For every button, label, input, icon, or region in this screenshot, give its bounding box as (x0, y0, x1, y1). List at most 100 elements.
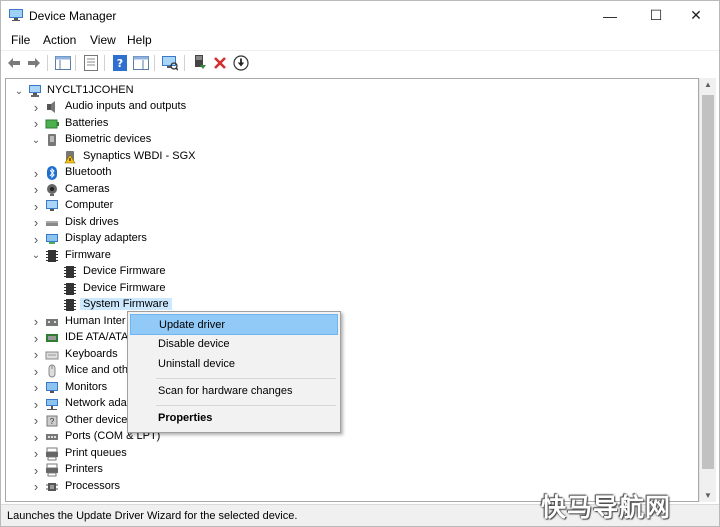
chevron-right-icon[interactable]: › (31, 182, 41, 198)
tree-category-item[interactable]: ›? Other device (6, 413, 696, 429)
tree-root-label: NYCLT1JCOHEN (47, 84, 134, 96)
tree-child-item[interactable]: Device Firmware (6, 281, 696, 297)
chevron-right-icon[interactable]: › (31, 429, 41, 445)
tree-child-item[interactable]: System Firmware (6, 297, 696, 313)
close-button[interactable]: ✕ (673, 1, 719, 30)
tree-root[interactable]: ⌄ NYCLT1JCOHEN (6, 83, 696, 99)
chevron-right-icon[interactable]: › (31, 165, 41, 181)
tree-item-label: Disk drives (65, 215, 119, 228)
forward-button[interactable] (25, 54, 43, 72)
chevron-right-icon[interactable]: › (31, 314, 41, 330)
toolbar-separator (154, 55, 155, 71)
tree-category-item[interactable]: › Keyboards (6, 347, 696, 363)
context-uninstall-device[interactable]: Uninstall device (130, 354, 338, 375)
close-icon: ✕ (690, 7, 702, 23)
context-scan-hardware[interactable]: Scan for hardware changes (130, 381, 338, 402)
printer-icon (46, 463, 58, 477)
show-hide-console-tree-button[interactable] (54, 54, 72, 72)
enable-device-button[interactable] (191, 54, 209, 72)
maximize-icon: ☐ (649, 7, 663, 23)
tree-category-item[interactable]: › Audio inputs and outputs (6, 99, 696, 115)
tree-category-item[interactable]: › Print queues (6, 446, 696, 462)
tree-item-label: Network ada (65, 397, 127, 409)
chevron-down-icon[interactable]: ⌄ (31, 132, 41, 148)
chevron-right-icon[interactable]: › (31, 479, 41, 495)
device-tree[interactable]: ⌄ NYCLT1JCOHEN › Audio inputs and outputs… (5, 78, 699, 502)
tree-category-item[interactable]: › Display adapters (6, 231, 696, 247)
scroll-down-icon[interactable]: ▼ (704, 491, 712, 500)
chevron-right-icon[interactable]: › (31, 215, 41, 231)
back-button[interactable] (5, 54, 23, 72)
tree-item-label: Print queues (65, 446, 127, 459)
warning-device-icon (64, 150, 76, 163)
tree-category-item[interactable]: › Network ada (6, 396, 696, 412)
minimize-icon: — (603, 7, 617, 24)
firmware-icon (64, 299, 76, 311)
menu-file[interactable]: File (11, 33, 30, 47)
tree-category-item[interactable]: › Cameras (6, 182, 696, 198)
chevron-right-icon[interactable]: › (31, 347, 41, 363)
tree-item-label: Mice and oth (65, 364, 128, 376)
biometric-icon (48, 134, 56, 146)
chevron-right-icon[interactable]: › (31, 380, 41, 396)
firmware-icon (64, 282, 76, 295)
update-driver-button[interactable] (232, 54, 250, 72)
chevron-right-icon[interactable]: › (31, 413, 41, 429)
action-pane-button[interactable] (132, 54, 150, 72)
context-item-label: Properties (158, 412, 213, 424)
help-button[interactable]: ? (111, 54, 129, 72)
tree-item-label: Batteries (65, 116, 109, 129)
chevron-right-icon[interactable]: › (31, 99, 41, 115)
tree-category-item[interactable]: ⌄ Biometric devices (6, 132, 696, 148)
scan-hardware-button[interactable] (161, 54, 179, 72)
title-bar: Device Manager — ☐ ✕ (1, 1, 719, 30)
tree-category-item[interactable]: › Mice and oth (6, 363, 696, 379)
chevron-right-icon[interactable]: › (31, 231, 41, 247)
update-driver-icon (233, 55, 249, 71)
speaker-icon (47, 101, 55, 113)
chevron-right-icon[interactable]: › (31, 363, 41, 379)
processor-icon (46, 482, 58, 491)
tree-category-item[interactable]: › Bluetooth (6, 165, 696, 181)
context-update-driver[interactable]: Update driver (130, 314, 338, 335)
chevron-right-icon[interactable]: › (31, 116, 41, 132)
tree-item-label: Bluetooth (65, 166, 112, 178)
chevron-right-icon[interactable]: › (31, 198, 41, 214)
menu-action[interactable]: Action (43, 33, 76, 47)
tree-child-item[interactable]: Synaptics WBDI - SGX (6, 149, 696, 165)
tree-category-item[interactable]: › Ports (COM & LPT) (6, 429, 696, 445)
tree-category-item[interactable]: › IDE ATA/ATA (6, 330, 696, 346)
context-properties[interactable]: Properties (130, 408, 338, 429)
tree-category-item[interactable]: › Monitors (6, 380, 696, 396)
chevron-right-icon[interactable]: › (31, 462, 41, 478)
tree-category-item[interactable]: ⌄ Firmware (6, 248, 696, 264)
scrollbar-thumb[interactable] (702, 95, 714, 469)
forward-icon (28, 58, 40, 68)
chevron-right-icon[interactable]: › (31, 446, 41, 462)
tree-child-item[interactable]: Device Firmware (6, 264, 696, 280)
tree-item-label: Firmware (65, 248, 111, 261)
chevron-right-icon[interactable]: › (31, 330, 41, 346)
properties-button[interactable] (82, 54, 100, 72)
chevron-down-icon[interactable]: ⌄ (14, 83, 24, 99)
tree-category-item[interactable]: › Batteries (6, 116, 696, 132)
menu-view[interactable]: View (90, 33, 116, 47)
tree-category-item[interactable]: › Printers (6, 462, 696, 478)
action-pane-icon (133, 56, 149, 70)
tree-category-item[interactable]: › Human Inter (6, 314, 696, 330)
scroll-up-icon[interactable]: ▲ (704, 80, 712, 89)
uninstall-device-button[interactable] (211, 54, 229, 72)
context-disable-device[interactable]: Disable device (130, 334, 338, 355)
back-icon (8, 58, 20, 68)
chevron-right-icon[interactable]: › (31, 396, 41, 412)
port-icon (46, 434, 58, 440)
menu-help[interactable]: Help (127, 33, 152, 47)
tree-item-label: Printers (65, 463, 103, 475)
tree-item-label: Display adapters (65, 232, 147, 244)
minimize-button[interactable]: — (587, 1, 633, 30)
tree-category-item[interactable]: › Disk drives (6, 215, 696, 231)
chevron-down-icon[interactable]: ⌄ (31, 248, 41, 264)
display-icon (46, 234, 58, 244)
tree-category-item[interactable]: › Computer (6, 198, 696, 214)
vertical-scrollbar[interactable]: ▲ ▼ (699, 78, 716, 502)
